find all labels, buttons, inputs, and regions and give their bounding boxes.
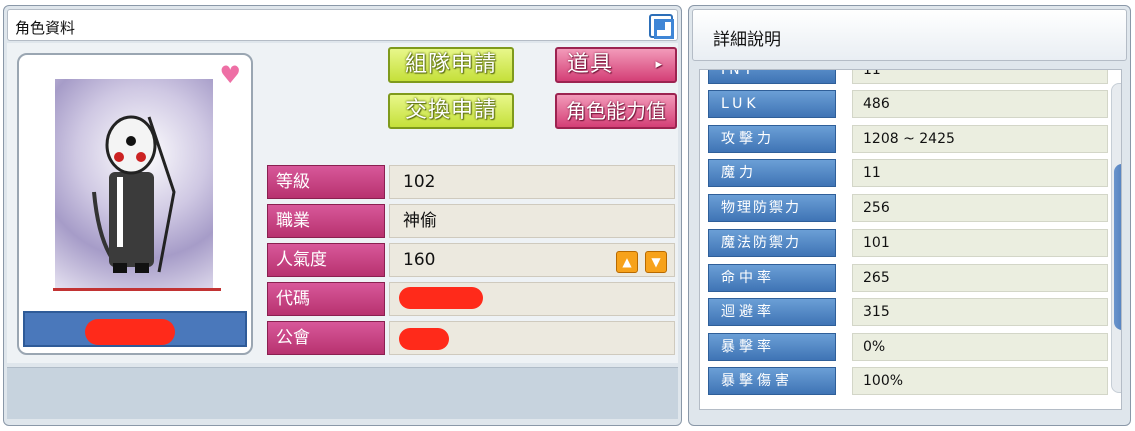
info-value: 102	[389, 165, 675, 199]
info-value: 160 ▲ ▼	[389, 243, 675, 277]
stat-value: 265	[852, 264, 1108, 292]
stat-label: 暴擊率	[708, 333, 836, 361]
stat-value: 100%	[852, 367, 1108, 395]
detail-window-titlebar: 詳細說明	[692, 9, 1127, 61]
character-sprite	[92, 115, 176, 273]
character-info-window: 角色資料 ♥ 組隊申請 交換申請 道具 ▸ 角色能力值 等級 102 職業 神偷…	[3, 5, 682, 426]
item-label: 道具	[567, 52, 614, 77]
stat-label: 魔法防禦力	[708, 229, 836, 257]
info-row-guild: 公會	[267, 321, 675, 355]
character-window-footer	[7, 367, 678, 419]
stat-row-int: INT 11	[708, 70, 1108, 84]
info-label: 等級	[267, 165, 385, 199]
stat-row-critical-rate: 暴擊率 0%	[708, 333, 1108, 361]
fame-down-icon[interactable]: ▼	[645, 251, 667, 273]
info-row-code: 代碼	[267, 282, 675, 316]
stat-label: INT	[708, 70, 836, 84]
stats-list: INT 11 LUK 486 攻擊力 1208 ~ 2425 魔力 11 物理防…	[699, 69, 1122, 410]
stat-value: 486	[852, 90, 1108, 118]
character-window-title: 角色資料	[15, 19, 76, 37]
info-label: 公會	[267, 321, 385, 355]
detail-window: 詳細說明 INT 11 LUK 486 攻擊力 1208 ~ 2425 魔力 1…	[688, 5, 1131, 426]
heart-icon[interactable]: ♥	[219, 63, 241, 87]
info-label: 代碼	[267, 282, 385, 316]
info-label: 職業	[267, 204, 385, 238]
stat-row-accuracy: 命中率 265	[708, 264, 1108, 292]
stat-row-magic: 魔力 11	[708, 159, 1108, 187]
redacted-name	[85, 319, 175, 345]
info-value: 神偷	[389, 204, 675, 238]
stat-row-physical-defense: 物理防禦力 256	[708, 194, 1108, 222]
info-value	[389, 321, 675, 355]
character-name-bar	[23, 311, 247, 347]
stat-label: 命中率	[708, 264, 836, 292]
stat-value: 11	[852, 159, 1108, 187]
redacted-code	[399, 287, 483, 309]
fame-up-icon[interactable]: ▲	[616, 251, 638, 273]
character-window-titlebar: 角色資料	[7, 9, 678, 41]
stat-value: 315	[852, 298, 1108, 326]
party-request-button[interactable]: 組隊申請	[388, 47, 514, 83]
character-stats-label: 角色能力值	[566, 99, 666, 123]
close-icon[interactable]	[649, 14, 674, 39]
stat-row-critical-damage: 暴擊傷害 100%	[708, 367, 1108, 395]
stat-value: 256	[852, 194, 1108, 222]
stat-value: 11	[852, 70, 1108, 84]
redacted-guild	[399, 328, 449, 350]
stat-label: 魔力	[708, 159, 836, 187]
party-request-label: 組隊申請	[404, 52, 497, 77]
item-button[interactable]: 道具 ▸	[555, 47, 677, 83]
stat-label: 物理防禦力	[708, 194, 836, 222]
stat-value: 1208 ~ 2425	[852, 125, 1108, 153]
stat-label: 暴擊傷害	[708, 367, 836, 395]
info-row-job: 職業 神偷	[267, 204, 675, 238]
avatar-card: ♥	[17, 53, 253, 355]
info-row-fame: 人氣度 160 ▲ ▼	[267, 243, 675, 277]
character-stats-button[interactable]: 角色能力值	[555, 93, 677, 129]
stat-row-attack: 攻擊力 1208 ~ 2425	[708, 125, 1108, 153]
info-value	[389, 282, 675, 316]
stat-label: 迴避率	[708, 298, 836, 326]
stat-row-avoidability: 迴避率 315	[708, 298, 1108, 326]
stat-label: 攻擊力	[708, 125, 836, 153]
trade-request-label: 交換申請	[404, 98, 497, 123]
stat-row-luk: LUK 486	[708, 90, 1108, 118]
stat-value: 0%	[852, 333, 1108, 361]
avatar-ground-line	[53, 288, 221, 291]
scroll-thumb[interactable]	[1114, 164, 1121, 330]
info-row-level: 等級 102	[267, 165, 675, 199]
arrow-right-icon: ▸	[655, 57, 663, 72]
trade-request-button[interactable]: 交換申請	[388, 93, 514, 129]
detail-window-title: 詳細說明	[713, 30, 781, 50]
stat-value: 101	[852, 229, 1108, 257]
fame-value: 160	[403, 250, 436, 270]
stat-row-magic-defense: 魔法防禦力 101	[708, 229, 1108, 257]
stats-scrollbar[interactable]	[1111, 83, 1121, 393]
stat-label: LUK	[708, 90, 836, 118]
info-label: 人氣度	[267, 243, 385, 277]
